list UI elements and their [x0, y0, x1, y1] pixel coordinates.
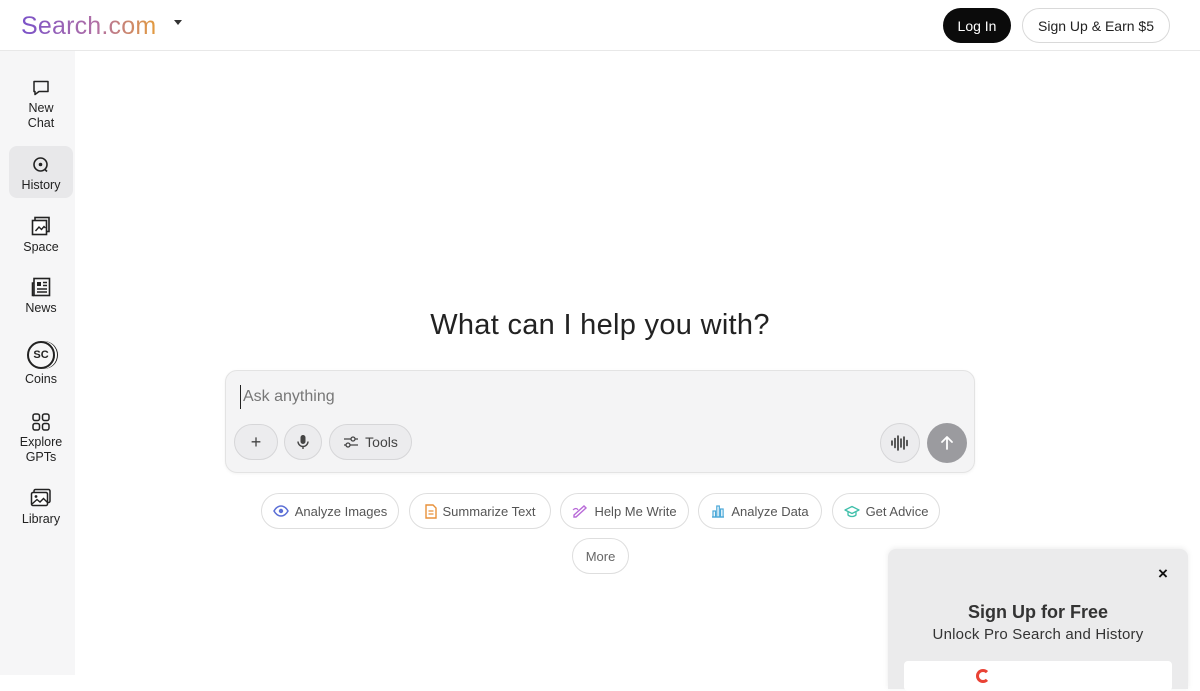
- close-icon[interactable]: ×: [1158, 564, 1168, 584]
- sidebar-item-label: Coins: [25, 372, 57, 386]
- space-icon: [31, 216, 50, 236]
- history-icon: [33, 157, 48, 173]
- chip-more[interactable]: More: [572, 538, 629, 574]
- chip-help-me-write[interactable]: Help Me Write: [560, 493, 689, 529]
- chip-analyze-images[interactable]: Analyze Images: [261, 493, 399, 529]
- sidebar-item-explore-gpts[interactable]: Explore GPTs: [9, 412, 73, 472]
- document-icon: [424, 503, 437, 519]
- voice-mode-button[interactable]: [880, 423, 920, 463]
- send-button[interactable]: [927, 423, 967, 463]
- add-attachment-button[interactable]: +: [234, 424, 278, 460]
- promo-subtitle: Unlock Pro Search and History: [932, 626, 1144, 643]
- google-signin-button[interactable]: [904, 661, 1172, 691]
- pen-icon: [573, 505, 588, 518]
- tools-label: Tools: [365, 434, 398, 450]
- arrow-up-icon: [941, 436, 953, 450]
- image-library-icon: [30, 488, 51, 507]
- chip-label: Summarize Text: [442, 503, 536, 519]
- bar-chart-icon: [712, 505, 725, 518]
- coins-icon: SC: [27, 341, 55, 369]
- search-com-logo[interactable]: Search.com: [21, 12, 156, 40]
- sidebar-item-library[interactable]: Library: [9, 487, 73, 537]
- page-headline: What can I help you with?: [430, 309, 770, 341]
- sidebar-item-space[interactable]: Space: [9, 215, 73, 265]
- sidebar-item-label: Library: [21, 512, 61, 526]
- signup-promo-popup: × Sign Up for Free Unlock Pro Search and…: [888, 549, 1188, 691]
- news-icon: [31, 277, 51, 297]
- logo-dropdown-caret-icon[interactable]: [174, 20, 182, 25]
- eye-icon: [272, 505, 289, 517]
- chat-composer: + Tools: [225, 370, 975, 473]
- tools-button[interactable]: Tools: [329, 424, 412, 460]
- graduation-cap-icon: [843, 505, 860, 517]
- chip-label: Help Me Write: [594, 503, 677, 519]
- sidebar-item-label: Space: [23, 240, 59, 254]
- chip-summarize-text[interactable]: Summarize Text: [409, 493, 551, 529]
- chip-label: Analyze Images: [294, 503, 388, 519]
- sidebar-item-label: Explore GPTs: [19, 435, 63, 464]
- sidebar-item-coins[interactable]: SC Coins: [9, 341, 73, 397]
- sidebar: New Chat History Space News SC Coins Exp…: [0, 51, 75, 675]
- microphone-icon: [297, 435, 309, 449]
- chat-bubble-icon: [33, 80, 49, 96]
- sidebar-item-label: New Chat: [27, 101, 55, 130]
- sliders-icon: [344, 436, 359, 448]
- grid-icon: [32, 413, 50, 431]
- microphone-button[interactable]: [284, 424, 322, 460]
- sidebar-item-new-chat[interactable]: New Chat: [9, 78, 73, 134]
- top-header: Search.com Log In Sign Up & Earn $5: [0, 0, 1200, 51]
- sidebar-item-label: History: [21, 178, 61, 192]
- login-button[interactable]: Log In: [943, 8, 1011, 43]
- sound-wave-icon: [891, 435, 908, 451]
- google-logo-icon: [976, 669, 990, 683]
- promo-title: Sign Up for Free: [967, 602, 1108, 622]
- signup-button[interactable]: Sign Up & Earn $5: [1022, 8, 1170, 43]
- chip-get-advice[interactable]: Get Advice: [832, 493, 940, 529]
- chip-label: Get Advice: [865, 503, 929, 519]
- chip-label: Analyze Data: [731, 503, 809, 519]
- chip-analyze-data[interactable]: Analyze Data: [698, 493, 822, 529]
- sidebar-item-history[interactable]: History: [9, 146, 73, 198]
- ask-input[interactable]: [240, 385, 940, 409]
